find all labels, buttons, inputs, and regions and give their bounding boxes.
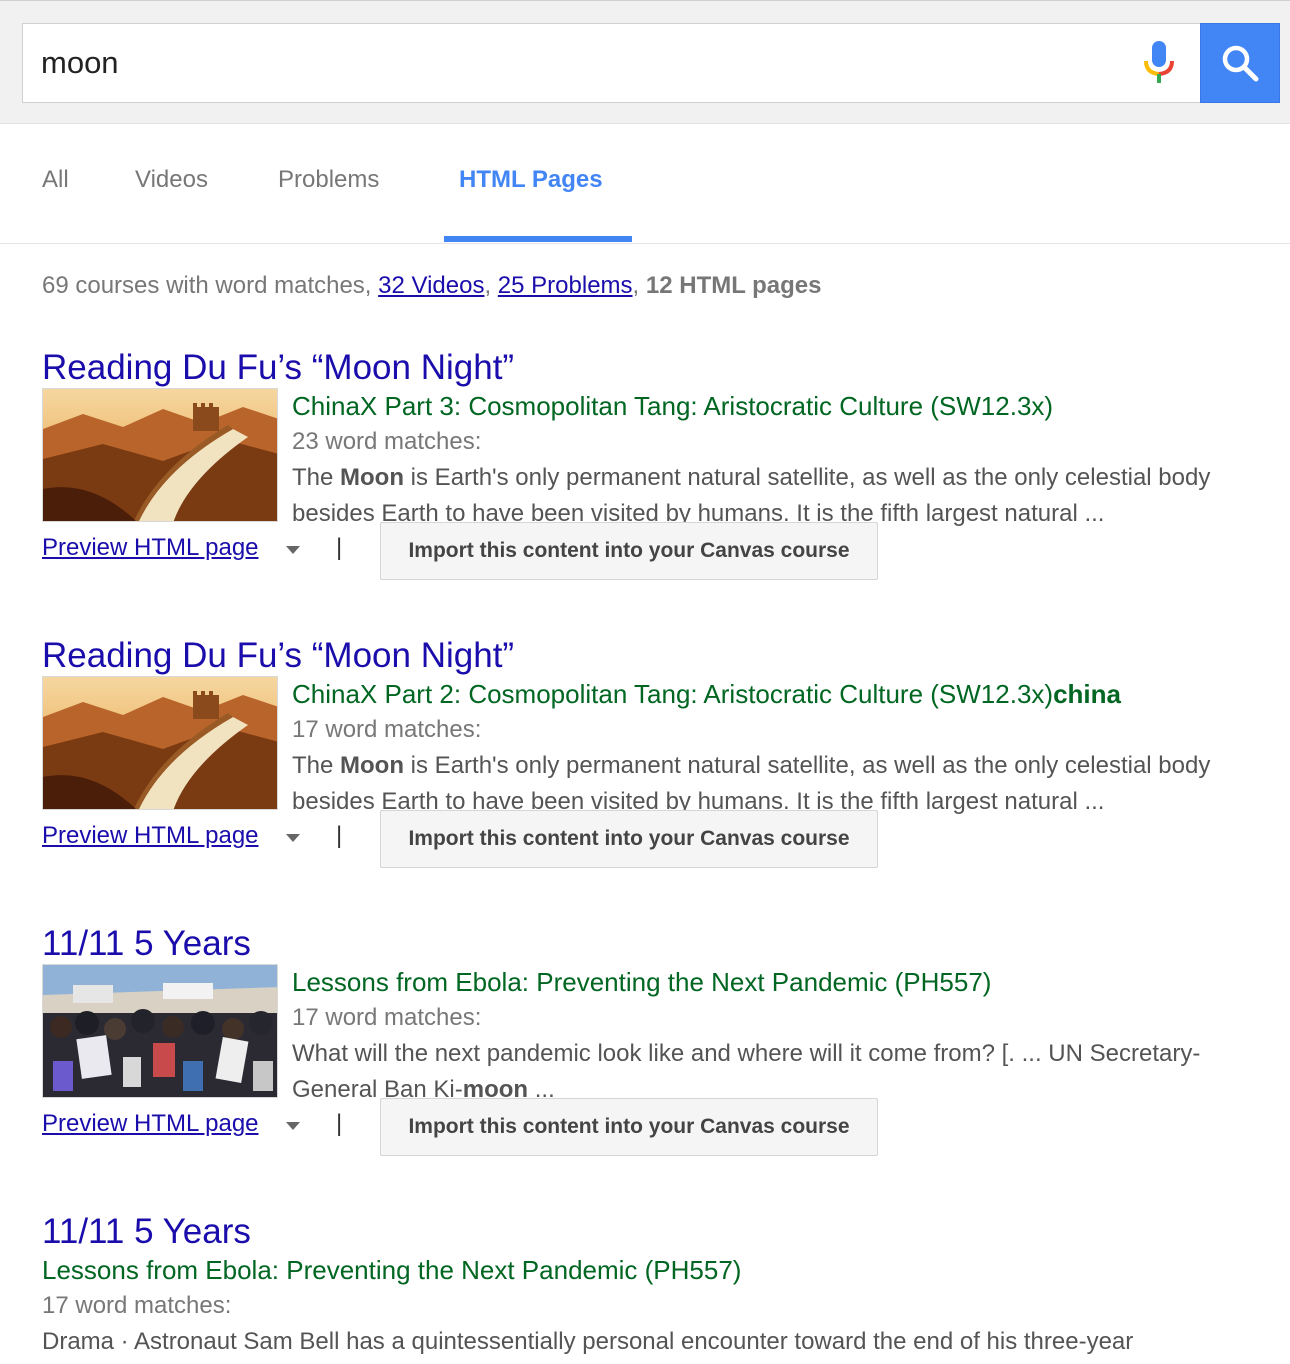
courses-count-text: 69 courses with word matches, bbox=[42, 272, 379, 299]
result-body: ChinaX Part 2: Cosmopolitan Tang: Aristo… bbox=[292, 676, 1272, 820]
tab-all[interactable]: All bbox=[42, 166, 69, 194]
result-course[interactable]: ChinaX Part 2: Cosmopolitan Tang: Aristo… bbox=[292, 676, 1272, 712]
tab-videos[interactable]: Videos bbox=[135, 166, 208, 194]
result-course[interactable]: Lessons from Ebola: Preventing the Next … bbox=[42, 1252, 1022, 1288]
microphone-icon[interactable] bbox=[1142, 41, 1176, 87]
search-button[interactable] bbox=[1200, 23, 1280, 103]
word-match-count: 23 word matches: bbox=[292, 428, 482, 455]
result-body: Lessons from Ebola: Preventing the Next … bbox=[42, 1252, 1134, 1360]
chevron-down-icon[interactable] bbox=[286, 546, 300, 554]
summary-comma: , bbox=[632, 272, 646, 299]
action-separator: | bbox=[336, 822, 343, 849]
action-separator: | bbox=[336, 534, 343, 561]
search-icon bbox=[1222, 45, 1259, 82]
word-match-count: 17 word matches: bbox=[292, 1004, 482, 1031]
search-result: Reading Du Fu’s “Moon Night” ChinaX Part… bbox=[42, 636, 1272, 876]
search-input[interactable] bbox=[41, 40, 1121, 86]
search-result: 11/11 5 Years Lessons from Ebola: Preven… bbox=[42, 924, 1272, 1164]
result-course[interactable]: Lessons from Ebola: Preventing the Next … bbox=[292, 964, 1272, 1000]
tab-html-pages[interactable]: HTML Pages bbox=[459, 166, 603, 194]
search-result: 11/11 5 Years Lessons from Ebola: Preven… bbox=[42, 1212, 1272, 1364]
result-title[interactable]: 11/11 5 Years bbox=[42, 924, 1272, 964]
preview-html-link[interactable]: Preview HTML page bbox=[42, 534, 259, 562]
great-wall-image bbox=[43, 677, 277, 809]
results-summary: 69 courses with word matches, 32 Videos,… bbox=[42, 272, 821, 300]
action-separator: | bbox=[336, 1110, 343, 1137]
result-title[interactable]: Reading Du Fu’s “Moon Night” bbox=[42, 636, 1272, 676]
search-result: Reading Du Fu’s “Moon Night” ChinaX Part… bbox=[42, 348, 1272, 588]
word-match-count: 17 word matches: bbox=[42, 1292, 232, 1319]
tab-problems[interactable]: Problems bbox=[278, 166, 379, 194]
crowd-image bbox=[43, 965, 277, 1097]
videos-count-link[interactable]: 32 Videos bbox=[378, 272, 484, 299]
result-actions: Preview HTML page | Import this content … bbox=[42, 810, 942, 868]
result-thumbnail[interactable] bbox=[42, 388, 278, 522]
preview-html-link[interactable]: Preview HTML page bbox=[42, 1110, 259, 1138]
result-course[interactable]: ChinaX Part 3: Cosmopolitan Tang: Aristo… bbox=[292, 388, 1272, 424]
chevron-down-icon[interactable] bbox=[286, 1122, 300, 1130]
result-body: ChinaX Part 3: Cosmopolitan Tang: Aristo… bbox=[292, 388, 1272, 532]
preview-html-link[interactable]: Preview HTML page bbox=[42, 822, 259, 850]
search-header bbox=[0, 0, 1290, 124]
word-match-count: 17 word matches: bbox=[292, 716, 482, 743]
html-pages-count: 12 HTML pages bbox=[645, 272, 822, 299]
result-actions: Preview HTML page | Import this content … bbox=[42, 522, 942, 580]
import-canvas-button[interactable]: Import this content into your Canvas cou… bbox=[380, 810, 878, 868]
result-body: Lessons from Ebola: Preventing the Next … bbox=[292, 964, 1272, 1108]
problems-count-link[interactable]: 25 Problems bbox=[498, 272, 633, 299]
chevron-down-icon[interactable] bbox=[286, 834, 300, 842]
result-tabs: All Videos Problems HTML Pages bbox=[0, 124, 1290, 244]
great-wall-image bbox=[43, 389, 277, 521]
summary-comma: , bbox=[484, 272, 498, 299]
active-tab-indicator bbox=[444, 236, 632, 242]
import-canvas-button[interactable]: Import this content into your Canvas cou… bbox=[380, 522, 878, 580]
result-thumbnail[interactable] bbox=[42, 676, 278, 810]
result-title[interactable]: Reading Du Fu’s “Moon Night” bbox=[42, 348, 1272, 388]
result-snippet: Drama · Astronaut Sam Bell has a quintes… bbox=[42, 1328, 1134, 1355]
result-title[interactable]: 11/11 5 Years bbox=[42, 1212, 1272, 1252]
search-box bbox=[22, 23, 1200, 103]
result-actions: Preview HTML page | Import this content … bbox=[42, 1098, 942, 1156]
result-thumbnail[interactable] bbox=[42, 964, 278, 1098]
import-canvas-button[interactable]: Import this content into your Canvas cou… bbox=[380, 1098, 878, 1156]
